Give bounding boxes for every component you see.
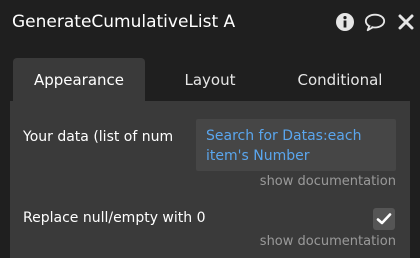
tab-layout[interactable]: Layout bbox=[150, 58, 270, 101]
data-source-value-line1: Search for Datas:each bbox=[206, 128, 362, 144]
property-editor-panel: GenerateCumulativeList A Appearance Layo… bbox=[0, 0, 420, 258]
element-title[interactable]: GenerateCumulativeList A bbox=[12, 12, 235, 32]
panel-header: GenerateCumulativeList A bbox=[0, 0, 420, 52]
tab-appearance-label: Appearance bbox=[33, 70, 125, 89]
close-icon[interactable] bbox=[395, 11, 417, 33]
appearance-content: Your data (list of num Search for Datas:… bbox=[10, 101, 410, 258]
tab-appearance[interactable]: Appearance bbox=[13, 58, 145, 101]
data-source-value-line2: item's Number bbox=[206, 148, 310, 164]
comment-icon[interactable] bbox=[364, 11, 386, 33]
tab-conditional[interactable]: Conditional bbox=[275, 58, 405, 101]
tab-conditional-label: Conditional bbox=[297, 70, 383, 89]
replace-null-checkbox[interactable] bbox=[373, 208, 395, 230]
data-show-documentation-link[interactable]: show documentation bbox=[260, 174, 396, 189]
data-source-field[interactable]: Search for Datas:each item's Number bbox=[196, 119, 396, 171]
replace-null-show-documentation-link[interactable]: show documentation bbox=[260, 234, 396, 249]
tab-layout-label: Layout bbox=[184, 70, 236, 89]
data-field-label: Your data (list of num bbox=[23, 129, 174, 145]
replace-null-label: Replace null/empty with 0 bbox=[23, 210, 206, 226]
tab-bar: Appearance Layout Conditional bbox=[0, 56, 420, 101]
checkmark-icon bbox=[376, 213, 392, 225]
info-icon[interactable] bbox=[334, 11, 356, 33]
